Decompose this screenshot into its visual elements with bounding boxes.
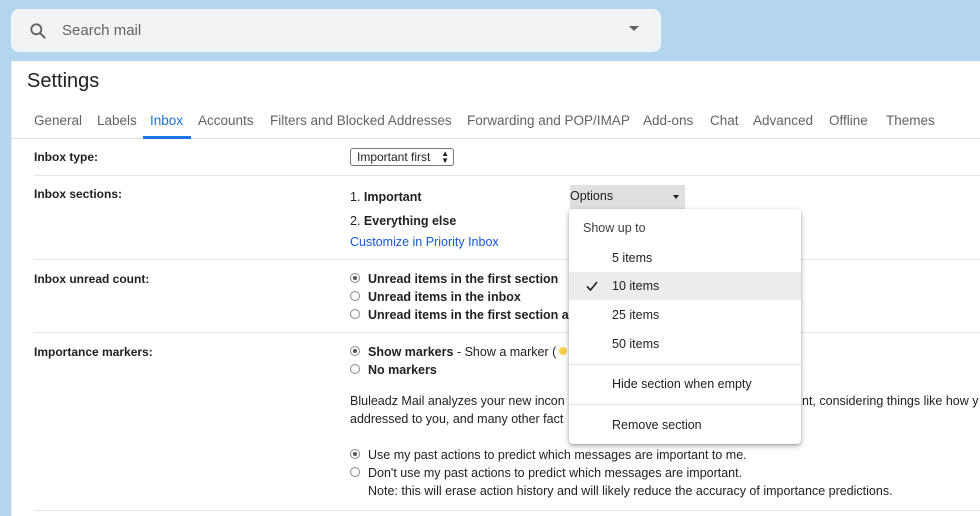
options-label: Options — [570, 189, 614, 203]
tab-labels[interactable]: Labels — [97, 113, 137, 128]
tab-themes[interactable]: Themes — [886, 113, 935, 128]
menu-item-25-items[interactable]: 25 items — [569, 301, 801, 329]
importance-description-1: Bluleadz Mail analyzes your new incon — [350, 394, 565, 408]
check-icon — [586, 281, 598, 292]
show-markers-option: Show markers - Show a marker ( — [368, 345, 557, 359]
divider — [34, 259, 980, 260]
radio-unread-first-section-and[interactable] — [350, 309, 360, 319]
active-tab-indicator — [143, 136, 191, 139]
past-actions-note: Note: this will erase action history and… — [368, 484, 893, 498]
search-input[interactable]: Search mail — [62, 22, 141, 39]
menu-header: Show up to — [583, 221, 646, 235]
divider — [34, 175, 980, 176]
radio-dont-use-past-actions[interactable] — [350, 467, 360, 477]
radio-show-markers[interactable] — [350, 346, 360, 356]
tab-addons[interactable]: Add-ons — [643, 113, 693, 128]
divider — [34, 332, 980, 333]
radio-unread-inbox[interactable] — [350, 291, 360, 301]
unread-option-2: Unread items in the inbox — [368, 290, 521, 304]
tab-offline[interactable]: Offline — [829, 113, 868, 128]
select-arrows-icon: ▲ ▼ — [441, 149, 449, 165]
inbox-type-value: Important first — [357, 150, 431, 164]
menu-item-50-items[interactable]: 50 items — [569, 330, 801, 358]
tab-inbox[interactable]: Inbox — [150, 113, 183, 128]
menu-item-5-items[interactable]: 5 items — [569, 244, 801, 272]
tab-forwarding[interactable]: Forwarding and POP/IMAP — [467, 113, 630, 128]
menu-divider — [569, 404, 801, 405]
tab-advanced[interactable]: Advanced — [753, 113, 813, 128]
settings-tabs: General Labels Inbox Accounts Filters an… — [12, 105, 980, 139]
menu-item-10-items[interactable]: 10 items — [569, 272, 801, 300]
page-title: Settings — [27, 70, 100, 92]
tab-accounts[interactable]: Accounts — [198, 113, 254, 128]
unread-option-1: Unread items in the first section — [368, 272, 559, 286]
tab-filters[interactable]: Filters and Blocked Addresses — [270, 113, 452, 128]
dropdown-arrow-icon — [673, 195, 679, 199]
section-2: 2. Everything else — [350, 214, 457, 228]
inbox-type-label: Inbox type: — [34, 150, 99, 164]
importance-marker-icon — [559, 347, 567, 355]
search-bar[interactable]: Search mail — [11, 9, 661, 52]
importance-description-1-tail: nt, considering things like how y — [802, 394, 979, 408]
dont-use-past-actions-option: Don't use my past actions to predict whi… — [368, 466, 743, 480]
radio-use-past-actions[interactable] — [350, 449, 360, 459]
section-options-button[interactable]: Options — [570, 185, 685, 209]
menu-divider — [569, 364, 801, 365]
settings-panel: Settings General Labels Inbox Accounts F… — [11, 61, 980, 516]
unread-count-label: Inbox unread count: — [34, 272, 150, 286]
menu-item-remove-section[interactable]: Remove section — [569, 411, 801, 439]
tab-chat[interactable]: Chat — [710, 113, 739, 128]
importance-markers-label: Importance markers: — [34, 345, 153, 359]
section-1: 1. Important — [350, 190, 422, 204]
section-options-menu: Show up to 5 items 10 items 25 items 50 … — [569, 209, 801, 444]
tab-general[interactable]: General — [34, 113, 82, 128]
inbox-type-select[interactable]: Important first ▲ ▼ — [350, 148, 454, 166]
unread-option-3: Unread items in the first section ar — [368, 308, 574, 322]
inbox-sections-label: Inbox sections: — [34, 187, 123, 201]
search-options-chevron-icon[interactable] — [629, 26, 639, 31]
use-past-actions-option: Use my past actions to predict which mes… — [368, 448, 747, 462]
importance-description-2: addressed to you, and many other fact — [350, 412, 564, 426]
menu-item-hide-when-empty[interactable]: Hide section when empty — [569, 370, 801, 398]
radio-no-markers[interactable] — [350, 364, 360, 374]
radio-unread-first-section[interactable] — [350, 273, 360, 283]
search-icon[interactable] — [28, 21, 48, 41]
no-markers-option: No markers — [368, 363, 437, 377]
divider — [34, 510, 980, 511]
customize-priority-inbox-link[interactable]: Customize in Priority Inbox — [350, 235, 499, 249]
